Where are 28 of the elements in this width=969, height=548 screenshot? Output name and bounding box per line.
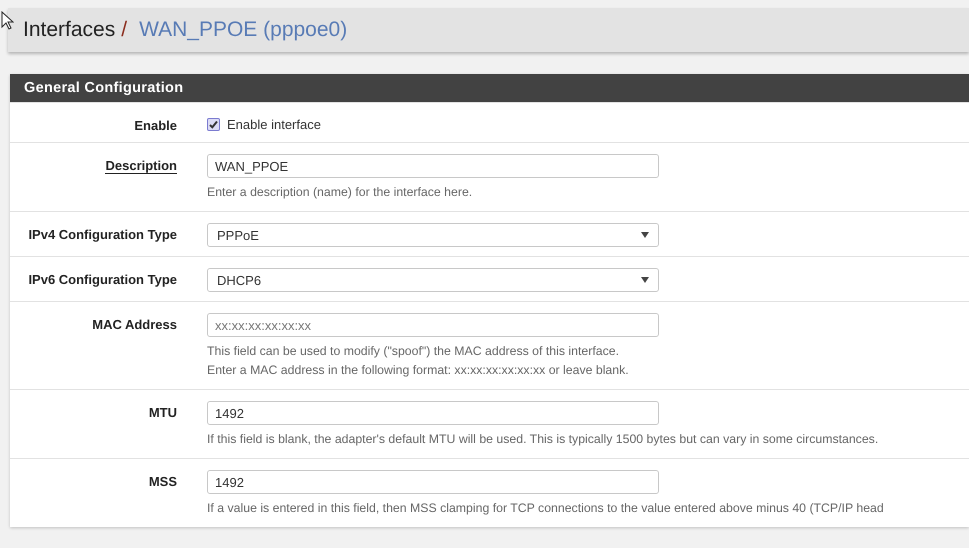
input-field[interactable]: WAN_PPOE: [207, 154, 659, 178]
help-text: This field can be used to modify ("spoof") the MAC address of this interface.: [207, 343, 620, 360]
breadcrumb-link[interactable]: Interfaces: [23, 18, 116, 42]
page-title: WAN_PPOE (pppoe0): [139, 18, 348, 42]
checkbox-label: Enable interface: [227, 117, 321, 132]
help-text: Enter a MAC address in the following format: xx:xx:xx:xx:xx:xx or leave blank.: [207, 362, 630, 380]
input-field[interactable]: 1492: [207, 401, 659, 426]
field-label: MSS: [148, 474, 177, 490]
field-label: MTU: [148, 405, 177, 420]
input-field[interactable]: xx:xx:xx:xx:xx:xx: [207, 313, 659, 338]
input-field[interactable]: 1492: [207, 470, 659, 494]
caret-icon: [641, 277, 649, 284]
mouse-pointer-icon: [1, 11, 14, 31]
help-text: If this field is blank, the adapter's default MTU will be used. This is typically 1500 bytes but can vary in some circumstances.: [207, 431, 878, 448]
help-text: If a value is entered in this field, then MSS clamping for TCP connections to the value entered above minus 40 (TCP/IP head: [207, 500, 884, 518]
field-label[interactable]: Description: [105, 158, 177, 174]
field-label: MAC Address: [92, 317, 177, 332]
breadcrumb-separator: /: [121, 18, 128, 42]
select-field[interactable]: PPPoE: [207, 223, 659, 248]
caret-icon: [641, 232, 649, 238]
field-label: IPv6 Configuration Type: [28, 272, 177, 288]
field-label: Enable: [134, 118, 177, 133]
select-field[interactable]: DHCP6: [207, 268, 659, 292]
check-icon: [209, 120, 218, 129]
checkbox[interactable]: [207, 118, 220, 131]
help-text: Enter a description (name) for the interface here.: [207, 184, 474, 201]
panel-heading: General Configuration: [10, 74, 969, 102]
field-label: IPv4 Configuration Type: [28, 227, 177, 242]
